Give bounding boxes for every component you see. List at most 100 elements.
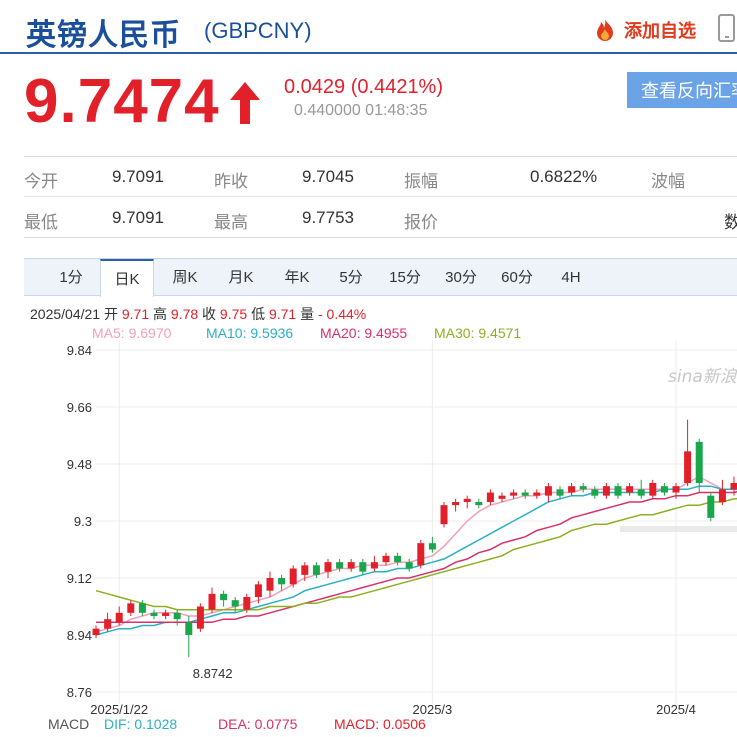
candle-body: [196, 606, 204, 629]
candle-body: [301, 565, 309, 575]
candle: [196, 603, 204, 632]
candle-body: [556, 489, 564, 496]
quote-page: 英镑人民币 (GBPCNY) 添加自选 9.7474 0.0429 (0.442…: [0, 0, 737, 737]
reverse-rate-label: 查看反向汇率: [641, 81, 737, 101]
stats-table: 今开 9.7091 昨收 9.7045 振幅 0.6822% 波幅 最低 9.7…: [24, 156, 737, 238]
candle-body: [138, 603, 146, 613]
tab-weekly[interactable]: 周K: [158, 259, 212, 296]
info-open-label: 开: [103, 306, 118, 322]
stat-value-quote: 数: [724, 213, 737, 232]
stat-value-high: 9.7753: [302, 208, 354, 227]
candle-body: [684, 451, 692, 483]
info-pct: 0.44%: [326, 306, 367, 322]
candle-body: [312, 565, 320, 575]
candle-body: [614, 486, 622, 496]
candle-body: [336, 562, 344, 569]
y-tick-label: 8.76: [67, 685, 92, 700]
candle-body: [173, 612, 181, 620]
candle-body: [672, 486, 680, 493]
stats-row: 今开 9.7091 昨收 9.7045 振幅 0.6822% 波幅: [24, 157, 737, 197]
info-date: 2025/04/21: [30, 306, 101, 322]
candle-body: [150, 612, 158, 616]
candle-body: [231, 600, 239, 607]
info-close: 9.75: [219, 306, 248, 322]
info-open: 9.71: [121, 306, 150, 322]
candle-body: [730, 483, 737, 490]
price-band: [620, 526, 737, 532]
tab-daily[interactable]: 日K: [100, 259, 154, 297]
y-tick-label: 9.12: [67, 571, 92, 586]
current-price: 9.7474: [24, 67, 220, 136]
candle: [417, 540, 425, 569]
macd-dea: DEA: 0.0775: [218, 716, 298, 732]
y-tick-label: 8.94: [67, 628, 92, 643]
candle-body: [486, 492, 494, 502]
tab-4h[interactable]: 4H: [548, 259, 594, 296]
candle-body: [208, 593, 216, 610]
tab-yearly[interactable]: 年K: [270, 259, 324, 296]
candle-body: [289, 568, 297, 585]
candle-body: [463, 498, 471, 502]
candle-body: [394, 555, 402, 563]
candle-body: [707, 495, 715, 518]
candle-body: [417, 543, 425, 566]
tab-1min[interactable]: 1分: [46, 259, 96, 296]
candle-body: [220, 593, 228, 601]
candle-body: [510, 492, 518, 496]
tab-30min[interactable]: 30分: [436, 259, 486, 296]
y-tick-label: 9.48: [67, 457, 92, 472]
stat-label-amplitude: 振幅: [404, 172, 438, 191]
candle-body: [440, 505, 448, 525]
ma20-legend: MA20: 9.4955: [320, 325, 408, 341]
info-high-label: 高: [153, 306, 167, 322]
candle-body: [579, 486, 587, 490]
candle-body: [92, 628, 100, 635]
symbol-code: (GBPCNY): [204, 18, 312, 43]
ma5-legend: MA5: 9.6970: [92, 325, 172, 341]
candle-body: [324, 562, 332, 572]
stat-value-open: 9.7091: [112, 167, 164, 186]
x-tick-label: 2025/3: [413, 702, 453, 714]
candle-body: [602, 486, 610, 496]
candle-body: [115, 612, 123, 623]
candle-body: [452, 502, 460, 506]
candle-body: [266, 578, 274, 591]
macd-label: MACD: [48, 716, 90, 732]
candle-body: [695, 441, 703, 483]
candle-body: [254, 584, 262, 597]
y-tick-label: 9.3: [74, 514, 92, 529]
ma10-legend: MA10: 9.5936: [206, 325, 294, 341]
add-favorite-button[interactable]: 添加自选: [592, 17, 696, 43]
info-low: 9.71: [268, 306, 297, 322]
macd-dif: DIF: 0.1028: [104, 716, 178, 732]
y-tick-label: 9.84: [67, 343, 92, 358]
fire-icon: [597, 19, 613, 41]
kline-chart[interactable]: sina新浪 9.84 9.66 9.48 9.3 9.12 8.94 8.76 2025/…: [0, 340, 737, 714]
stat-label-high: 最高: [214, 213, 248, 232]
candle-body: [162, 612, 170, 616]
candle: [440, 502, 448, 528]
tab-15min[interactable]: 15分: [380, 259, 430, 296]
tab-5min[interactable]: 5分: [326, 259, 376, 296]
mobile-icon[interactable]: [718, 14, 735, 42]
info-low-label: 低: [251, 306, 266, 322]
candle-body: [359, 562, 367, 572]
up-arrow-icon: [230, 82, 260, 124]
reverse-rate-button[interactable]: 查看反向汇率: [627, 72, 737, 108]
header: 英镑人民币 (GBPCNY) 添加自选: [0, 0, 737, 54]
add-favorite-label: 添加自选: [624, 21, 696, 41]
candle-body: [626, 486, 634, 493]
stat-label-low: 最低: [24, 213, 58, 232]
macd-value: MACD: 0.0506: [334, 716, 426, 732]
y-tick-label: 9.66: [67, 400, 92, 415]
stat-value-amplitude: 0.6822%: [530, 167, 598, 186]
candle-body: [568, 486, 576, 493]
page-title: 英镑人民币: [26, 19, 181, 52]
candle-body: [521, 492, 529, 496]
stat-label-prev-close: 昨收: [214, 172, 248, 191]
tab-60min[interactable]: 60分: [492, 259, 542, 296]
stat-label-open: 今开: [24, 172, 58, 191]
tab-monthly[interactable]: 月K: [214, 259, 268, 296]
candle-body: [649, 483, 657, 496]
candle-body: [498, 495, 506, 499]
